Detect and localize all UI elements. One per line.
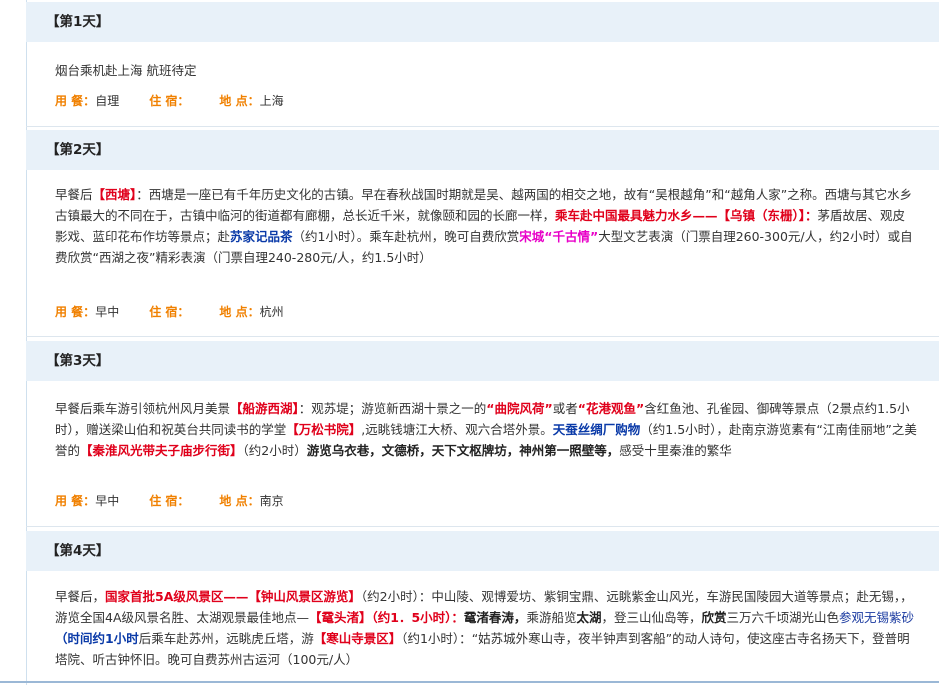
day-2-meta: 用 餐：早中 住 宿： 地 点：杭州 xyxy=(55,303,284,321)
place-label: 地 点： xyxy=(219,494,260,508)
day-separator xyxy=(26,126,939,127)
text-segment: （时间约1小时 xyxy=(55,631,139,646)
text-segment: 宋城“千古情” xyxy=(519,229,599,244)
stay-label: 住 宿： xyxy=(149,94,190,108)
meal-value: 自理 xyxy=(95,94,120,108)
itinerary-page: 【第1天】 烟台乘机赴上海 航班待定 用 餐：自理住 宿：地 点：上海 【第2天… xyxy=(0,0,939,685)
day-2-description: 早餐后【西塘】：西塘是一座已有千年历史文化的古镇。早在春秋战国时期就是吴、越两国… xyxy=(55,184,917,268)
day-4-header: 【第4天】 xyxy=(26,531,939,571)
text-segment: 参观无锡紫砂 xyxy=(839,610,915,625)
stay-label: 住 宿： xyxy=(149,494,190,508)
day-1-description: 烟台乘机赴上海 航班待定 xyxy=(55,60,917,81)
day-separator xyxy=(26,336,939,337)
place-value: 杭州 xyxy=(259,305,284,319)
meal-label: 用 餐： xyxy=(55,494,96,508)
meal-value: 早中 xyxy=(95,305,120,319)
day-1-meta: 用 餐：自理 住 宿： 地 点：上海 xyxy=(55,92,284,110)
text-segment: 或者 xyxy=(552,401,578,416)
place-label: 地 点： xyxy=(219,94,260,108)
text-segment: 鼋渚春涛， xyxy=(463,610,527,625)
text-segment: 太湖 xyxy=(576,610,602,625)
text-segment: 天蚕丝绸厂购物 xyxy=(552,422,641,437)
text-segment: 国家首批5A级风景区——【钟山风景区游览】 xyxy=(105,589,361,604)
text-segment: ：观苏堤；游览新西湖十景之一的 xyxy=(298,401,487,416)
day-3-meta: 用 餐：早中 住 宿： 地 点：南京 xyxy=(55,492,284,510)
text-segment: 三万六千顷湖光山色 xyxy=(726,610,840,625)
text-segment: 【秦淮风光带夫子庙步行街】 xyxy=(80,443,243,458)
text-segment: 早餐后 xyxy=(55,187,93,202)
text-segment: 乘游船览 xyxy=(526,610,577,625)
meal-label: 用 餐： xyxy=(55,305,96,319)
bottom-rule xyxy=(0,681,939,683)
text-segment: 早餐后乘车游引领杭州风月美景 xyxy=(55,401,231,416)
text-segment: “花港观鱼” xyxy=(577,401,645,416)
text-segment: 早餐后， xyxy=(55,589,106,604)
meal-value: 早中 xyxy=(95,494,120,508)
day-2-header: 【第2天】 xyxy=(26,130,939,170)
text-segment: 游览乌衣巷，文德桥，天下文枢牌坊，神州第一照壁等， xyxy=(306,443,620,458)
text-segment: 【鼋头渚】（约1．5小时）： xyxy=(309,610,464,625)
text-segment: ，登三山仙岛等， xyxy=(601,610,702,625)
text-segment: （约2小时） xyxy=(242,443,307,458)
day-4-description: 早餐后，国家首批5A级风景区——【钟山风景区游览】（约2小时）：中山陵、观博爱坊… xyxy=(55,586,917,670)
stay-label: 住 宿： xyxy=(149,305,190,319)
text-segment: 乘车赴中国最具魅力水乡——【乌镇（东栅）】： xyxy=(555,208,818,223)
text-segment: 【万松书院】 xyxy=(286,422,362,437)
place-value: 南京 xyxy=(259,494,284,508)
text-segment: 【西塘】 xyxy=(92,187,137,202)
day-separator xyxy=(26,526,939,527)
text-segment: 苏家记品茶 xyxy=(230,229,293,244)
text-segment: 欣赏 xyxy=(701,610,727,625)
text-segment: 后乘车赴苏州，远眺虎丘塔，游 xyxy=(138,631,314,646)
day-3-header: 【第3天】 xyxy=(26,341,939,381)
place-value: 上海 xyxy=(259,94,284,108)
text-segment: “曲院风荷” xyxy=(486,401,553,416)
text-segment: ,远眺钱塘江大桥、观六合塔外景。 xyxy=(361,422,553,437)
day-3-description: 早餐后乘车游引领杭州风月美景【船游西湖】：观苏堤；游览新西湖十景之一的“曲院风荷… xyxy=(55,398,917,461)
meal-label: 用 餐： xyxy=(55,94,96,108)
day-1-header: 【第1天】 xyxy=(26,2,939,42)
text-segment: 【寒山寺景区】 xyxy=(313,631,402,646)
text-segment: 烟台乘机赴上海 航班待定 xyxy=(55,63,197,78)
text-segment: 【船游西湖】 xyxy=(230,401,299,416)
text-segment: 感受十里秦淮的繁华 xyxy=(619,443,732,458)
place-label: 地 点： xyxy=(219,305,260,319)
text-segment: （约1小时）。乘车赴杭州，晚可自费欣赏 xyxy=(292,229,520,244)
